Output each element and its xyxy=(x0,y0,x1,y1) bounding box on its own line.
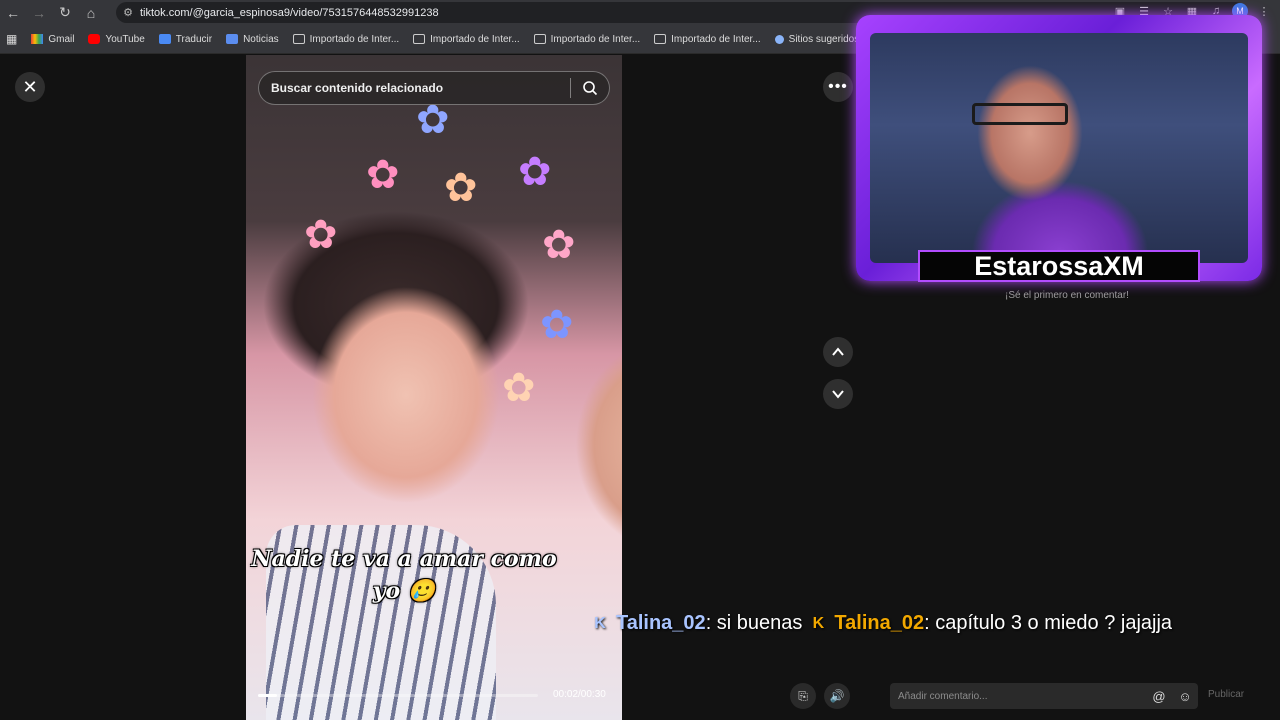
comment-input[interactable]: Añadir comentario... @ ☺ xyxy=(890,683,1198,709)
copy-link-icon[interactable]: ⎘ xyxy=(790,683,816,709)
kick-badge-icon: K xyxy=(594,614,606,632)
streamer-name: EstarossaXM xyxy=(918,250,1200,282)
bookmark-label: Importado de Inter... xyxy=(430,33,520,45)
search-input[interactable]: Buscar contenido relacionado xyxy=(271,81,570,95)
streamer-webcam-overlay: EstarossaXM xyxy=(856,15,1262,282)
folder-icon xyxy=(654,34,667,44)
flower-sticker: ✿ xyxy=(542,223,576,267)
volume-icon[interactable]: 🔊 xyxy=(824,683,850,709)
flower-sticker: ✿ xyxy=(502,366,536,410)
url-text[interactable]: tiktok.com/@garcia_espinosa9/video/75315… xyxy=(140,7,439,19)
progress-bar[interactable] xyxy=(258,694,538,697)
flower-sticker: ✿ xyxy=(366,153,400,197)
translate-icon xyxy=(158,34,171,44)
previous-video-button[interactable] xyxy=(823,337,853,367)
bookmark-label: YouTube xyxy=(105,33,145,45)
bookmark-item[interactable]: Importado de Inter... xyxy=(413,34,520,45)
bookmark-label: Importado de Inter... xyxy=(550,33,641,45)
chat-username: Talina_02 xyxy=(834,612,925,634)
video-time: 00:02/00:30 xyxy=(553,689,606,700)
chat-message: Talina_02: si buenas xyxy=(616,612,802,635)
bookmark-item[interactable]: Traducir xyxy=(158,33,213,45)
bookmark-item[interactable]: Importado de Inter... xyxy=(654,34,761,45)
comment-tools: ⎘ 🔊 xyxy=(790,683,850,709)
empty-comments-text: ¡Sé el primero en comentar! xyxy=(1005,290,1129,301)
back-icon[interactable]: ← xyxy=(0,0,26,25)
caption-line: Nadie te va a amar como xyxy=(251,546,557,572)
next-video-button[interactable] xyxy=(823,379,853,409)
post-button[interactable]: Publicar xyxy=(1208,689,1244,700)
comment-placeholder[interactable]: Añadir comentario... xyxy=(898,691,1146,702)
bookmark-label: Sitios sugeridos xyxy=(788,33,860,45)
bookmark-item[interactable]: Gmail xyxy=(31,34,74,45)
mention-icon[interactable]: @ xyxy=(1146,689,1172,704)
video-player[interactable]: ✿ ✿ ✿ ✿ ✿ ✿ ✿ ✿ xyxy=(246,55,622,720)
bookmark-item[interactable]: Sitios sugeridos xyxy=(774,33,860,45)
flower-sticker: ✿ xyxy=(518,150,552,194)
flower-sticker: ✿ xyxy=(540,303,574,347)
gmail-icon xyxy=(31,34,44,44)
stream-chat-overlay: K Talina_02: si buenas K Talina_02: capí… xyxy=(592,612,1172,635)
site-settings-icon[interactable]: ⚙ xyxy=(116,6,140,19)
folder-icon xyxy=(413,34,426,44)
bookmark-label: Importado de Inter... xyxy=(309,33,400,45)
news-icon xyxy=(226,34,239,44)
kick-badge-icon: K xyxy=(812,614,825,632)
more-options-button[interactable]: ••• xyxy=(823,72,853,102)
home-icon[interactable]: ⌂ xyxy=(78,0,104,25)
chevron-up-icon xyxy=(832,347,844,356)
folder-icon xyxy=(292,34,305,44)
folder-icon xyxy=(533,34,546,44)
chat-text: : capítulo 3 o miedo ? jajajja xyxy=(924,612,1173,634)
flower-sticker: ✿ xyxy=(304,213,338,257)
close-button[interactable]: ✕ xyxy=(15,72,45,102)
caption-line: yo 🥲 xyxy=(372,578,436,604)
chat-username: Talina_02 xyxy=(616,612,706,634)
chevron-down-icon xyxy=(832,390,844,399)
apps-grid-icon[interactable]: ▦ xyxy=(6,32,17,46)
chat-message: Talina_02: capítulo 3 o miedo ? jajajja xyxy=(834,612,1172,635)
reload-icon[interactable]: ↻ xyxy=(52,0,78,25)
search-icon[interactable] xyxy=(571,80,609,96)
flower-sticker: ✿ xyxy=(416,98,450,142)
video-caption: Nadie te va a amar como yo 🥲 xyxy=(248,543,560,607)
suggested-sites-icon xyxy=(774,34,784,44)
related-search-bar[interactable]: Buscar contenido relacionado xyxy=(258,71,610,105)
bookmark-label: Gmail xyxy=(48,33,75,45)
bookmark-label: Traducir xyxy=(175,33,213,45)
flower-sticker: ✿ xyxy=(444,166,478,210)
bookmark-label: Importado de Inter... xyxy=(671,33,761,45)
emoji-icon[interactable]: ☺ xyxy=(1172,689,1198,704)
bookmark-label: Noticias xyxy=(243,33,279,45)
bookmark-item[interactable]: Noticias xyxy=(226,34,279,45)
youtube-icon xyxy=(88,34,101,44)
webcam-glasses xyxy=(972,103,1068,125)
chat-text: : si buenas xyxy=(705,612,803,634)
progress-fill xyxy=(258,694,277,697)
webcam-feed xyxy=(870,33,1248,263)
bookmark-item[interactable]: YouTube xyxy=(88,33,145,45)
bookmark-item[interactable]: Importado de Inter... xyxy=(533,33,641,45)
bookmark-item[interactable]: Importado de Inter... xyxy=(292,33,400,45)
forward-icon[interactable]: → xyxy=(26,0,52,25)
